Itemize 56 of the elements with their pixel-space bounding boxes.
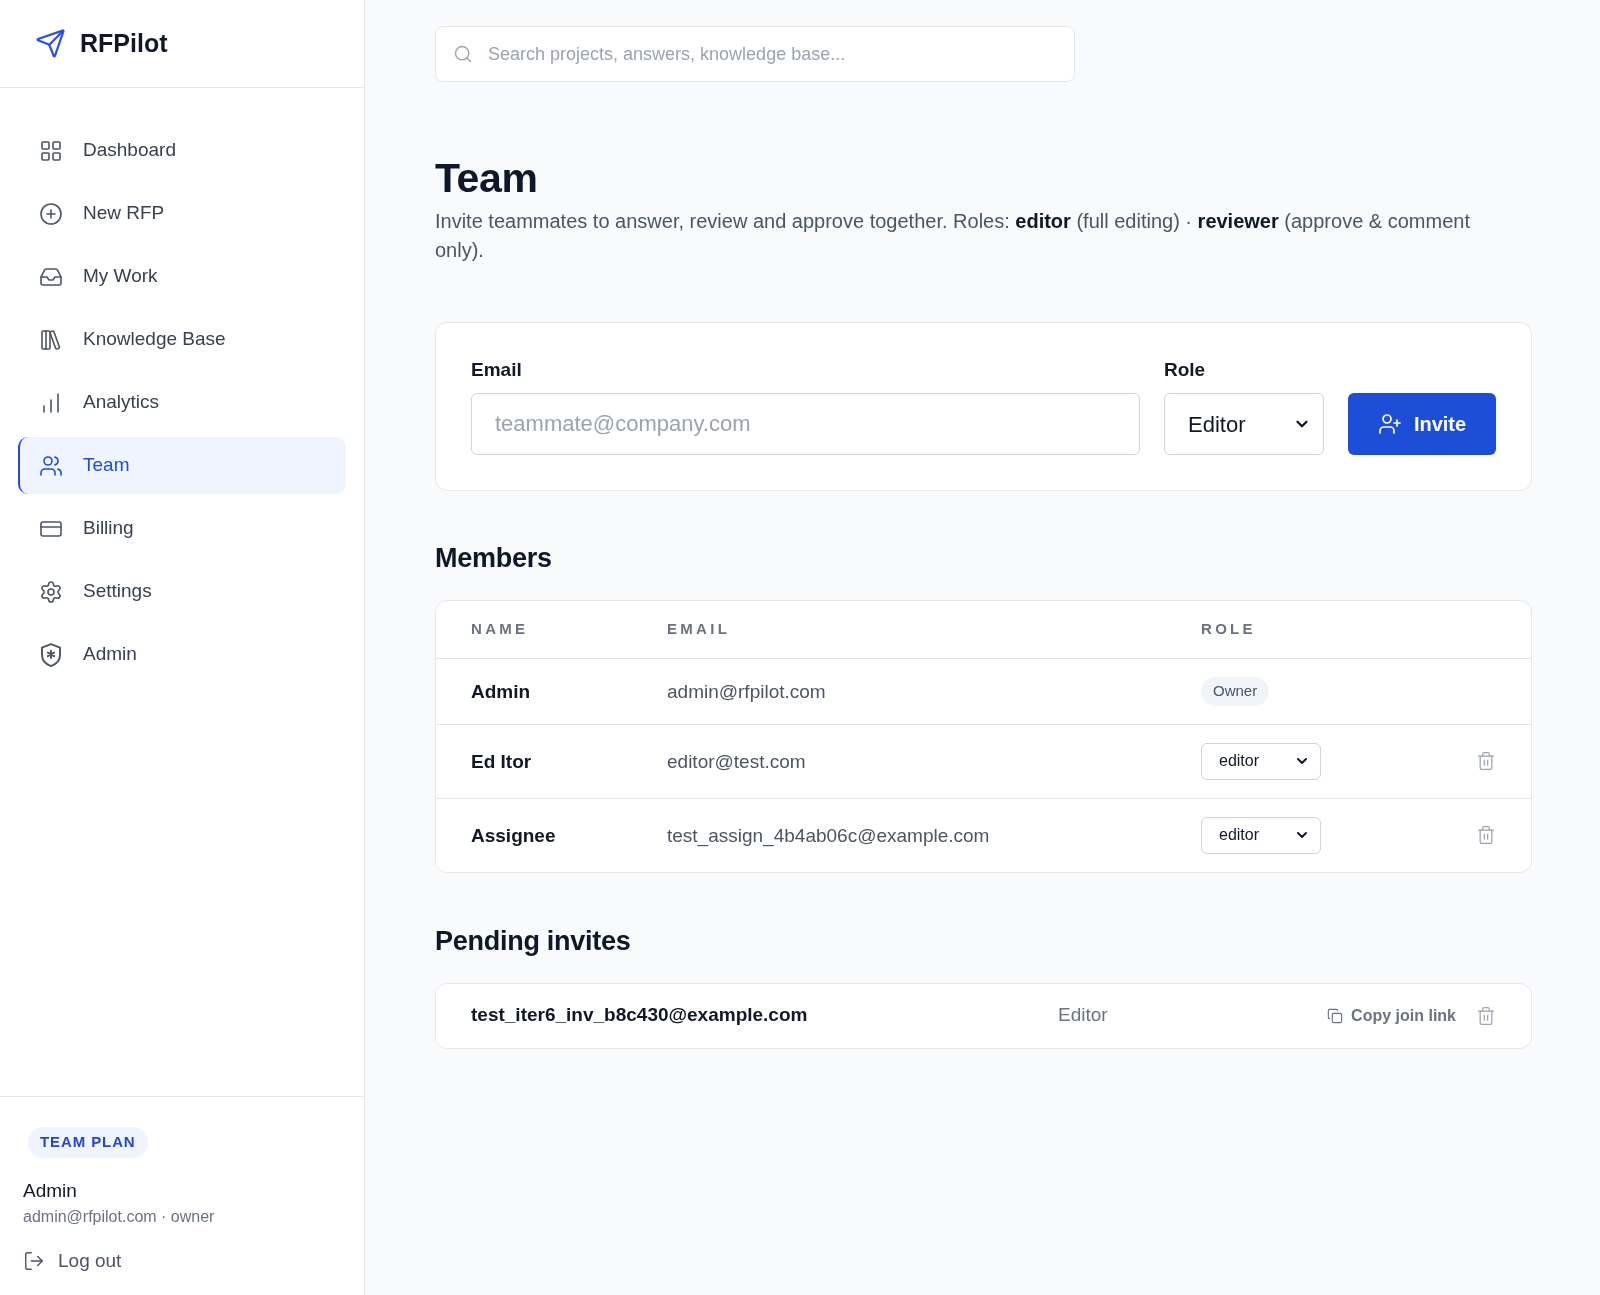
- role-label: Role: [1164, 358, 1207, 382]
- email-label: Email: [471, 358, 523, 382]
- nav-item[interactable]: Dashboard: [18, 122, 346, 179]
- books-icon: [39, 327, 63, 352]
- page-description: Invite teammates to answer, review and approve together. Roles: editor (full editing) · reviewer (approve & comment only).: [435, 209, 1471, 263]
- trash-icon: [1476, 751, 1496, 771]
- delete-button[interactable]: [1476, 1005, 1496, 1026]
- member-name: Assignee: [471, 823, 557, 848]
- role-tag: Owner: [1201, 677, 1270, 706]
- user-plus-icon: [1377, 412, 1402, 436]
- user-details: admin@rfpilot.com · owner: [23, 1206, 216, 1227]
- settings-icon: [39, 579, 63, 604]
- member-email: test_assign_4b4ab06c@example.com: [667, 823, 991, 849]
- plan-badge: TEAM PLAN: [28, 1127, 148, 1158]
- app-name: RFPilot: [80, 27, 168, 59]
- invite-email: test_iter6_inv_b8c430@example.com: [471, 1003, 809, 1028]
- nav-item[interactable]: New RFP: [18, 185, 346, 242]
- role-select[interactable]: editor: [1201, 816, 1321, 854]
- invite-button[interactable]: Invite: [1348, 393, 1496, 455]
- nav-item[interactable]: Admin: [18, 626, 346, 683]
- delete-button[interactable]: [1476, 751, 1496, 771]
- trash-icon: [1476, 1005, 1496, 1026]
- trash-icon: [1476, 825, 1496, 845]
- user-name: Admin: [23, 1178, 78, 1203]
- nav-item[interactable]: Settings: [18, 563, 346, 620]
- nav-item[interactable]: Analytics: [18, 374, 346, 431]
- nav-item[interactable]: Team: [18, 437, 346, 494]
- nav-item[interactable]: Billing: [18, 500, 346, 557]
- nav-item[interactable]: Knowledge Base: [18, 311, 346, 368]
- nav-item[interactable]: My Work: [18, 248, 346, 305]
- member-name: Admin: [471, 679, 532, 704]
- page-title: Team: [435, 154, 539, 202]
- role-select[interactable]: Editor: [1164, 393, 1324, 455]
- plus-circle-icon: [39, 201, 63, 226]
- search-icon: [453, 44, 473, 64]
- column-header: NAME: [471, 619, 530, 640]
- member-name: Ed Itor: [471, 749, 533, 774]
- section-title: Members: [435, 542, 553, 574]
- grid-icon: [39, 138, 63, 163]
- section-title: Pending invites: [435, 924, 632, 957]
- delete-button[interactable]: [1476, 825, 1496, 845]
- logout-button[interactable]: Log out: [23, 1246, 122, 1275]
- column-header: ROLE: [1201, 619, 1257, 640]
- member-email: editor@test.com: [667, 749, 807, 774]
- paper-plane-logo-icon: [35, 28, 66, 59]
- copy-icon: [1327, 1007, 1344, 1024]
- search-field[interactable]: Search projects, answers, knowledge base...: [435, 26, 1075, 82]
- role-select[interactable]: editor: [1201, 742, 1321, 780]
- invite-role: Editor: [1058, 1003, 1109, 1028]
- email-input[interactable]: teammate@company.com: [471, 393, 1140, 455]
- logout-icon: [23, 1249, 45, 1272]
- copy-link-button[interactable]: Copy join link: [1327, 1003, 1456, 1028]
- column-header: EMAIL: [667, 619, 732, 640]
- shield-icon: [39, 642, 63, 667]
- users-icon: [39, 453, 63, 478]
- member-email: admin@rfpilot.com: [667, 679, 827, 704]
